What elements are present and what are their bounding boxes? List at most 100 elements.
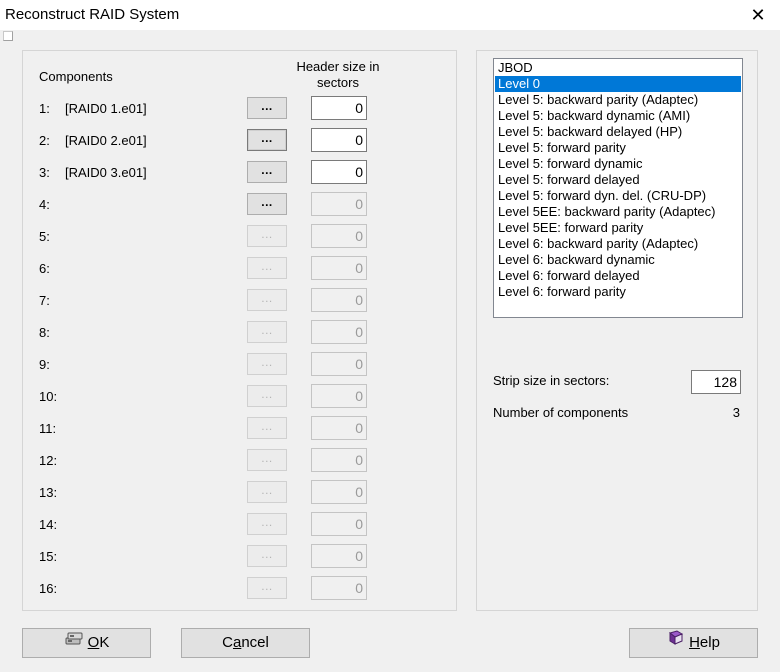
browse-button[interactable]: ... [247,193,287,215]
close-icon[interactable]: ✕ [743,2,773,28]
num-components-label: Number of components [493,405,629,420]
title-bar: Reconstruct RAID System ✕ [0,0,780,30]
header-size-input[interactable]: 0 [311,448,367,472]
raid-level-item[interactable]: Level 5EE: backward parity (Adaptec) [495,204,741,220]
help-label: elp [699,634,720,651]
raid-level-item[interactable]: Level 5EE: forward parity [495,220,741,236]
raid-level-item[interactable]: Level 6: forward delayed [495,268,741,284]
component-row: 1: [RAID0 1.e01]... 0 [0,95,460,123]
component-filename: [RAID0 2.e01] [65,133,147,148]
component-row: 8:... 0 [0,319,460,347]
component-number: 9: [39,357,50,372]
header-size-input[interactable]: 0 [311,544,367,568]
component-row: 13:... 0 [0,479,460,507]
help-book-icon [667,629,685,657]
raid-level-item[interactable]: Level 5: backward dynamic (AMI) [495,108,741,124]
component-number: 5: [39,229,50,244]
component-row: 10:... 0 [0,383,460,411]
component-number: 2: [39,133,50,148]
components-header: Components [39,69,113,84]
help-button[interactable]: Help [629,628,758,658]
browse-button[interactable]: ... [247,417,287,439]
ok-label: K [99,634,110,651]
browse-button[interactable]: ... [247,481,287,503]
component-row: 15:... 0 [0,543,460,571]
raid-level-item[interactable]: Level 6: backward parity (Adaptec) [495,236,741,252]
strip-size-input[interactable]: 128 [691,370,741,394]
header-size-input[interactable]: 0 [311,320,367,344]
component-number: 3: [39,165,50,180]
browse-button[interactable]: ... [247,257,287,279]
ok-button[interactable]: OK [22,628,151,658]
header-size-input[interactable]: 0 [311,224,367,248]
browse-button[interactable]: ... [247,321,287,343]
window-title: Reconstruct RAID System [5,6,180,23]
raid-level-list[interactable]: JBOD Level 0 Level 5: backward parity (Ada… [493,58,743,318]
header-size-input[interactable]: 0 [311,256,367,280]
raid-level-item[interactable]: Level 5: forward parity [495,140,741,156]
component-row: 6:... 0 [0,255,460,283]
header-size-input[interactable]: 0 [311,160,367,184]
header-size-input[interactable]: 0 [311,288,367,312]
raid-level-item[interactable]: Level 6: backward dynamic [495,252,741,268]
header-size-input[interactable]: 0 [311,576,367,600]
size-grip-mark [3,31,13,41]
header-size-input[interactable]: 0 [311,512,367,536]
num-components-value: 3 [732,405,740,420]
cancel-label: ncel [241,634,269,651]
component-number: 7: [39,293,50,308]
component-number: 14: [39,517,58,532]
component-row: 3: [RAID0 3.e01]... 0 [0,159,460,187]
raid-level-item[interactable]: Level 0 [495,76,741,92]
component-row: 12:... 0 [0,447,460,475]
component-number: 12: [39,453,58,468]
header-size-input[interactable]: 0 [311,192,367,216]
browse-button[interactable]: ... [247,225,287,247]
component-row: 2: [RAID0 2.e01]... 0 [0,127,460,155]
component-number: 4: [39,197,50,212]
browse-button[interactable]: ... [247,97,287,119]
browse-button[interactable]: ... [247,385,287,407]
component-number: 15: [39,549,58,564]
header-size-input[interactable]: 0 [311,352,367,376]
header-size-input[interactable]: 0 [311,416,367,440]
header-size-input[interactable]: 0 [311,128,367,152]
raid-level-item[interactable]: Level 5: backward delayed (HP) [495,124,741,140]
browse-button[interactable]: ... [247,289,287,311]
component-row: 5:... 0 [0,223,460,251]
raid-level-item[interactable]: Level 5: forward delayed [495,172,741,188]
component-number: 13: [39,485,58,500]
header-size-input[interactable]: 0 [311,384,367,408]
raid-level-item[interactable]: Level 5: forward dyn. del. (CRU-DP) [495,188,741,204]
component-number: 11: [39,421,57,436]
header-size-input[interactable]: 0 [311,96,367,120]
component-row: 16:... 0 [0,575,460,603]
browse-button[interactable]: ... [247,161,287,183]
cancel-label-pre: C [222,634,233,651]
help-accel: H [689,634,700,651]
raid-level-item[interactable]: Level 5: forward dynamic [495,156,741,172]
browse-button[interactable]: ... [247,353,287,375]
strip-size-label: Strip size in sectors: [493,373,610,388]
raid-level-item[interactable]: JBOD [495,60,741,76]
browse-button[interactable]: ... [247,129,287,151]
browse-button[interactable]: ... [247,577,287,599]
header-size-input[interactable]: 0 [311,480,367,504]
component-row: 11:... 0 [0,415,460,443]
browse-button[interactable]: ... [247,449,287,471]
raid-level-item[interactable]: Level 6: forward parity [495,284,741,300]
ok-accel: O [87,634,100,651]
browse-button[interactable]: ... [247,545,287,567]
disks-icon [64,629,84,657]
browse-button[interactable]: ... [247,513,287,535]
component-number: 1: [39,101,50,116]
component-filename: [RAID0 1.e01] [65,101,147,116]
component-number: 6: [39,261,50,276]
component-number: 16: [39,581,58,596]
component-number: 8: [39,325,50,340]
header-size-column-label: Header size in sectors [296,59,380,90]
component-row: 14:... 0 [0,511,460,539]
cancel-button[interactable]: Cancel [181,628,310,658]
raid-level-item[interactable]: Level 5: backward parity (Adaptec) [495,92,741,108]
component-row: 9:... 0 [0,351,460,379]
